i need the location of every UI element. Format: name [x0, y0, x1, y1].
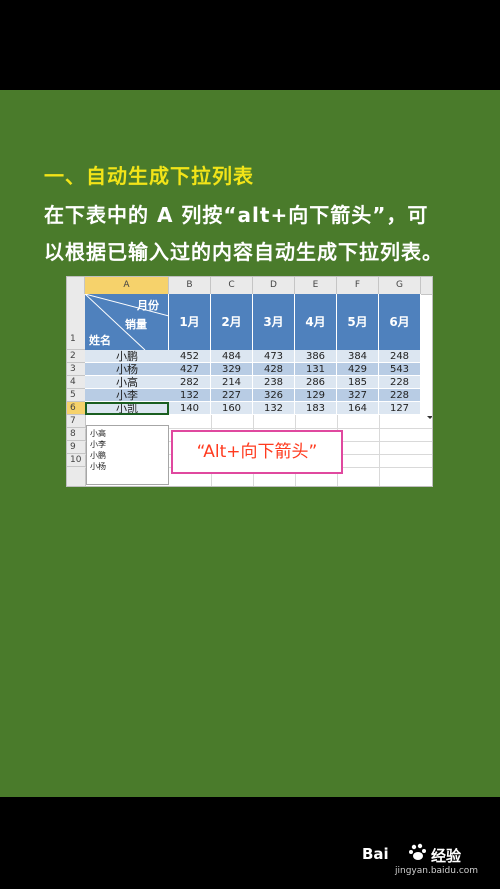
sales-cell[interactable]: 326 [253, 389, 295, 402]
gridline [379, 415, 380, 486]
row-header-1[interactable]: 1 [67, 294, 85, 350]
sales-cell[interactable]: 185 [337, 376, 379, 389]
sales-cell[interactable]: 427 [169, 363, 211, 376]
month-header-2[interactable]: 2月 [211, 294, 253, 350]
sales-cell[interactable]: 238 [253, 376, 295, 389]
header-sales-label: 销量 [125, 318, 147, 331]
autocomplete-dropdown[interactable]: 小高 小李 小鹏 小杨 [86, 425, 169, 485]
sales-cell[interactable]: 428 [253, 363, 295, 376]
row-header-3[interactable]: 3 [67, 363, 85, 376]
row-header-2[interactable]: 2 [67, 350, 85, 363]
row-header-8[interactable]: 8 [67, 428, 85, 441]
header-name-label: 姓名 [89, 334, 111, 347]
sales-cell[interactable]: 228 [379, 376, 421, 389]
sales-cell[interactable]: 327 [337, 389, 379, 402]
active-name-cell[interactable]: 小凯 [85, 402, 169, 415]
month-header-3[interactable]: 3月 [253, 294, 295, 350]
row-header-5[interactable]: 5 [67, 389, 85, 402]
name-cell[interactable]: 小杨 [85, 363, 169, 376]
row-header-10[interactable]: 10 [67, 454, 85, 467]
sales-cell[interactable]: 543 [379, 363, 421, 376]
sales-cell[interactable]: 140 [169, 402, 211, 415]
shortcut-callout: “Alt+向下箭头” [171, 430, 343, 474]
column-header-c[interactable]: C [211, 277, 253, 294]
sales-cell[interactable]: 429 [337, 363, 379, 376]
site-url: jingyan.baidu.com [395, 866, 479, 876]
sales-cell[interactable]: 484 [211, 350, 253, 363]
row-header-9[interactable]: 9 [67, 441, 85, 454]
row-header-6[interactable]: 6 [67, 402, 85, 415]
sales-cell[interactable]: 183 [295, 402, 337, 415]
sales-cell[interactable]: 129 [295, 389, 337, 402]
dropdown-arrow-icon[interactable] [427, 416, 432, 419]
baidu-jingyan-text: 经验 [431, 847, 462, 865]
sales-cell[interactable]: 386 [295, 350, 337, 363]
top-black-bar [0, 0, 500, 90]
row-header-4[interactable]: 4 [67, 376, 85, 389]
sales-cell[interactable]: 384 [337, 350, 379, 363]
sales-cell[interactable]: 248 [379, 350, 421, 363]
sales-cell[interactable]: 227 [211, 389, 253, 402]
section-heading: 一、自动生成下拉列表 [44, 164, 254, 188]
dropdown-option[interactable]: 小高 [90, 428, 106, 439]
month-header-1[interactable]: 1月 [169, 294, 211, 350]
sales-cell[interactable]: 160 [211, 402, 253, 415]
column-header-d[interactable]: D [253, 277, 295, 294]
column-header-b[interactable]: B [169, 277, 211, 294]
diagonal-header-cell[interactable]: 月份 销量 姓名 [85, 294, 169, 350]
column-header-g[interactable]: G [379, 277, 421, 294]
month-header-4[interactable]: 4月 [295, 294, 337, 350]
baidu-logo-text: Bai [362, 845, 389, 863]
dropdown-option[interactable]: 小杨 [90, 461, 106, 472]
sales-cell[interactable]: 228 [379, 389, 421, 402]
sales-cell[interactable]: 473 [253, 350, 295, 363]
baidu-paw-icon [409, 843, 426, 860]
month-header-6[interactable]: 6月 [379, 294, 421, 350]
sales-cell[interactable]: 286 [295, 376, 337, 389]
column-header-row: A B C D E F G [67, 277, 432, 295]
sales-cell[interactable]: 131 [295, 363, 337, 376]
header-month-label: 月份 [137, 299, 159, 312]
column-header-f[interactable]: F [337, 277, 379, 294]
name-cell[interactable]: 小李 [85, 389, 169, 402]
spreadsheet[interactable]: A B C D E F G 1 2 3 4 5 6 7 8 9 10 月份 销量… [66, 276, 433, 487]
sales-cell[interactable]: 127 [379, 402, 421, 415]
dropdown-option[interactable]: 小李 [90, 439, 106, 450]
row-header-7[interactable]: 7 [67, 415, 85, 428]
sales-cell[interactable]: 132 [169, 389, 211, 402]
description-line-2: 以根据已输入过的内容自动生成下拉列表。 [44, 240, 443, 264]
month-header-5[interactable]: 5月 [337, 294, 379, 350]
sales-cell[interactable]: 329 [211, 363, 253, 376]
sales-cell[interactable]: 132 [253, 402, 295, 415]
sales-cell[interactable]: 164 [337, 402, 379, 415]
name-cell[interactable]: 小鹏 [85, 350, 169, 363]
sales-cell[interactable]: 452 [169, 350, 211, 363]
dropdown-option[interactable]: 小鹏 [90, 450, 106, 461]
description-line-1: 在下表中的 A 列按“alt+向下箭头”，可 [44, 203, 429, 227]
sales-cell[interactable]: 214 [211, 376, 253, 389]
sales-cell[interactable]: 282 [169, 376, 211, 389]
column-header-e[interactable]: E [295, 277, 337, 294]
select-all-corner[interactable] [67, 277, 85, 294]
column-header-a[interactable]: A [85, 277, 169, 294]
name-cell[interactable]: 小高 [85, 376, 169, 389]
